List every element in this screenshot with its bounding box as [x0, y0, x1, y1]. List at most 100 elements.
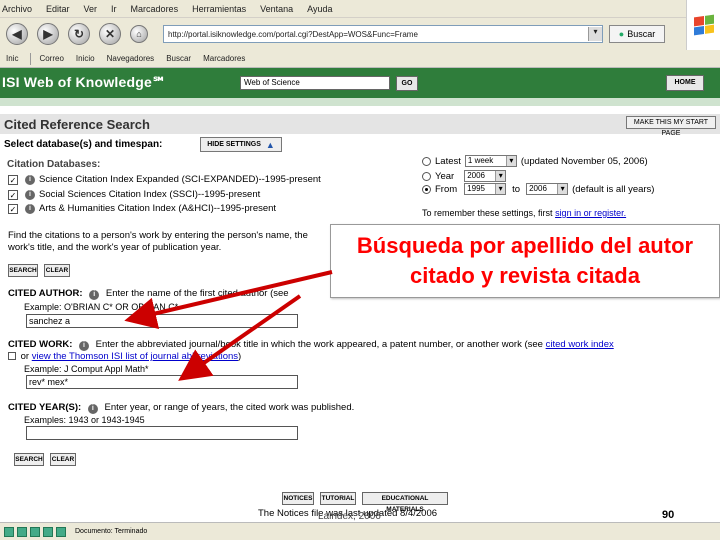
ahci-checkbox[interactable]: ✓: [8, 203, 18, 214]
db-row-sci: ✓ i Science Citation Index Expanded (SCI…: [8, 174, 321, 185]
tutorial-button[interactable]: TUTORIAL: [320, 492, 356, 505]
cited-work-input[interactable]: rev* mex*: [26, 375, 298, 389]
sign-in-link[interactable]: sign in or register.: [555, 208, 626, 218]
cited-work-view-row: or view the Thomson ISI list of journal …: [8, 351, 241, 362]
cited-work-instruction: Enter the abbreviated journal/book title…: [95, 339, 543, 350]
remember-settings: To remember these settings, first sign i…: [422, 208, 626, 218]
go-button[interactable]: GO: [396, 76, 418, 91]
cited-year-instruction: Enter year, or range of years, the cited…: [104, 402, 355, 413]
browser-toolbar: ◀ ▶ ↻ ✕ ⌂ http://portal.isiknowledge.com…: [0, 18, 686, 50]
isi-logo-title[interactable]: ISI Web of Knowledge℠: [2, 74, 166, 91]
triangle-up-icon: ▲: [265, 139, 275, 150]
menu-marcadores[interactable]: Marcadores: [131, 4, 179, 14]
browser-linksbar: Inic Correo Inicio Navegadores Buscar Ma…: [0, 50, 720, 68]
browser-search-button[interactable]: ● Buscar: [609, 25, 665, 43]
info-icon[interactable]: i: [25, 189, 35, 200]
windows-logo-icon: [686, 0, 720, 50]
home-button[interactable]: HOME: [666, 75, 704, 91]
link-5[interactable]: Marcadores: [203, 54, 245, 63]
browser-statusbar: Documento: Terminado: [0, 522, 720, 540]
forward-icon[interactable]: ▶: [37, 23, 59, 45]
abbreviations-icon[interactable]: [8, 352, 16, 361]
latest-radio[interactable]: [422, 156, 431, 166]
from-radio[interactable]: [422, 184, 431, 194]
sci-label: Science Citation Index Expanded (SCI-EXP…: [39, 174, 321, 185]
latest-note: (updated November 05, 2006): [520, 155, 648, 167]
menu-ver[interactable]: Ver: [84, 4, 98, 14]
remember-text: To remember these settings, first: [422, 208, 556, 218]
timespan-year-row: Year 2006: [422, 170, 510, 182]
hide-settings-button[interactable]: HIDE SETTINGS ▲: [200, 137, 282, 152]
ahci-label: Arts & Humanities Citation Index (A&HCI)…: [39, 203, 277, 214]
info-icon[interactable]: i: [89, 290, 100, 300]
link-1[interactable]: Correo: [39, 54, 63, 63]
cited-year-label: CITED YEAR(S):: [8, 402, 82, 413]
latest-select[interactable]: 1 week: [464, 155, 517, 167]
info-icon[interactable]: i: [87, 404, 98, 414]
address-bar[interactable]: http://portal.isiknowledge.com/portal.cg…: [163, 25, 603, 43]
make-start-page-button[interactable]: MAKE THIS MY START PAGE: [626, 116, 716, 137]
status-icon: [4, 526, 14, 537]
hide-settings-label: HIDE SETTINGS: [207, 141, 261, 148]
home-icon[interactable]: ⌂: [130, 25, 148, 43]
info-icon[interactable]: i: [25, 174, 35, 185]
reload-icon[interactable]: ↻: [68, 23, 90, 45]
db-row-ssci: ✓ i Social Sciences Citation Index (SSCI…: [8, 189, 260, 200]
year-radio[interactable]: [422, 171, 431, 181]
timespan-latest-row: Latest 1 week (updated November 05, 2006…: [422, 155, 648, 167]
separator: [30, 52, 32, 65]
cited-work-label-row: CITED WORK: i Enter the abbreviated jour…: [8, 339, 614, 351]
menu-editar[interactable]: Editar: [46, 4, 70, 14]
from-select-value: 1995: [467, 184, 485, 193]
info-icon[interactable]: i: [79, 341, 90, 351]
search-button-bottom[interactable]: SEARCH: [14, 453, 44, 466]
to-select[interactable]: 2006: [526, 183, 569, 195]
link-2[interactable]: Inicio: [76, 54, 95, 63]
cited-author-input[interactable]: sanchez a: [26, 314, 298, 328]
latest-select-value: 1 week: [467, 156, 494, 165]
clear-button-bottom[interactable]: CLEAR: [50, 453, 76, 466]
address-text: http://portal.isiknowledge.com/portal.cg…: [168, 29, 418, 39]
link-0[interactable]: Inic: [6, 54, 18, 63]
link-3[interactable]: Navegadores: [107, 54, 155, 63]
callout-box: Búsqueda por apellido del autor citado y…: [330, 224, 720, 298]
database-select[interactable]: Web of Science: [240, 76, 390, 90]
select-heading: Select database(s) and timespan:: [4, 139, 163, 150]
isi-subnav: [0, 98, 720, 106]
notices-button[interactable]: NOTICES: [282, 492, 314, 505]
address-dropdown-icon[interactable]: ▾: [588, 27, 602, 41]
slide-number: 90: [662, 509, 675, 521]
menu-ventana[interactable]: Ventana: [260, 4, 293, 14]
clear-button-top[interactable]: CLEAR: [44, 264, 70, 277]
cited-year-input[interactable]: [26, 426, 298, 440]
journal-abbreviations-link[interactable]: view the Thomson ISI list of journal abb…: [32, 351, 238, 362]
stop-icon[interactable]: ✕: [99, 23, 121, 45]
year-select-value: 2006: [467, 171, 485, 180]
cited-work-index-link[interactable]: cited work index: [546, 339, 614, 350]
link-4[interactable]: Buscar: [166, 54, 191, 63]
menu-archivo[interactable]: Archivo: [2, 4, 32, 14]
status-icon: [30, 526, 40, 537]
cited-author-instruction: Enter the name of the first cited author…: [105, 288, 289, 299]
menu-ir[interactable]: Ir: [111, 4, 117, 14]
search-button-top[interactable]: SEARCH: [8, 264, 38, 277]
from-note: (default is all years): [572, 183, 655, 195]
educational-materials-button[interactable]: EDUCATIONAL MATERIALS: [362, 492, 448, 513]
back-icon[interactable]: ◀: [6, 23, 28, 45]
year-select[interactable]: 2006: [464, 170, 507, 182]
ssci-checkbox[interactable]: ✓: [8, 189, 18, 200]
menu-ayuda[interactable]: Ayuda: [307, 4, 332, 14]
page-title: Cited Reference Search: [4, 117, 150, 132]
to-select-value: 2006: [529, 184, 547, 193]
latest-label: Latest: [435, 155, 461, 167]
menu-herramientas[interactable]: Herramientas: [192, 4, 246, 14]
cited-author-label-row: CITED AUTHOR: i Enter the name of the fi…: [8, 288, 289, 300]
isi-header: ISI Web of Knowledge℠ Web of Science GO …: [0, 68, 720, 98]
cited-work-label: CITED WORK:: [8, 339, 73, 350]
from-select[interactable]: 1995: [464, 183, 507, 195]
info-icon[interactable]: i: [25, 203, 35, 214]
from-label: From: [435, 183, 458, 195]
sci-checkbox[interactable]: ✓: [8, 174, 18, 185]
search-icon: ●: [618, 29, 625, 39]
year-label: Year: [435, 170, 455, 182]
